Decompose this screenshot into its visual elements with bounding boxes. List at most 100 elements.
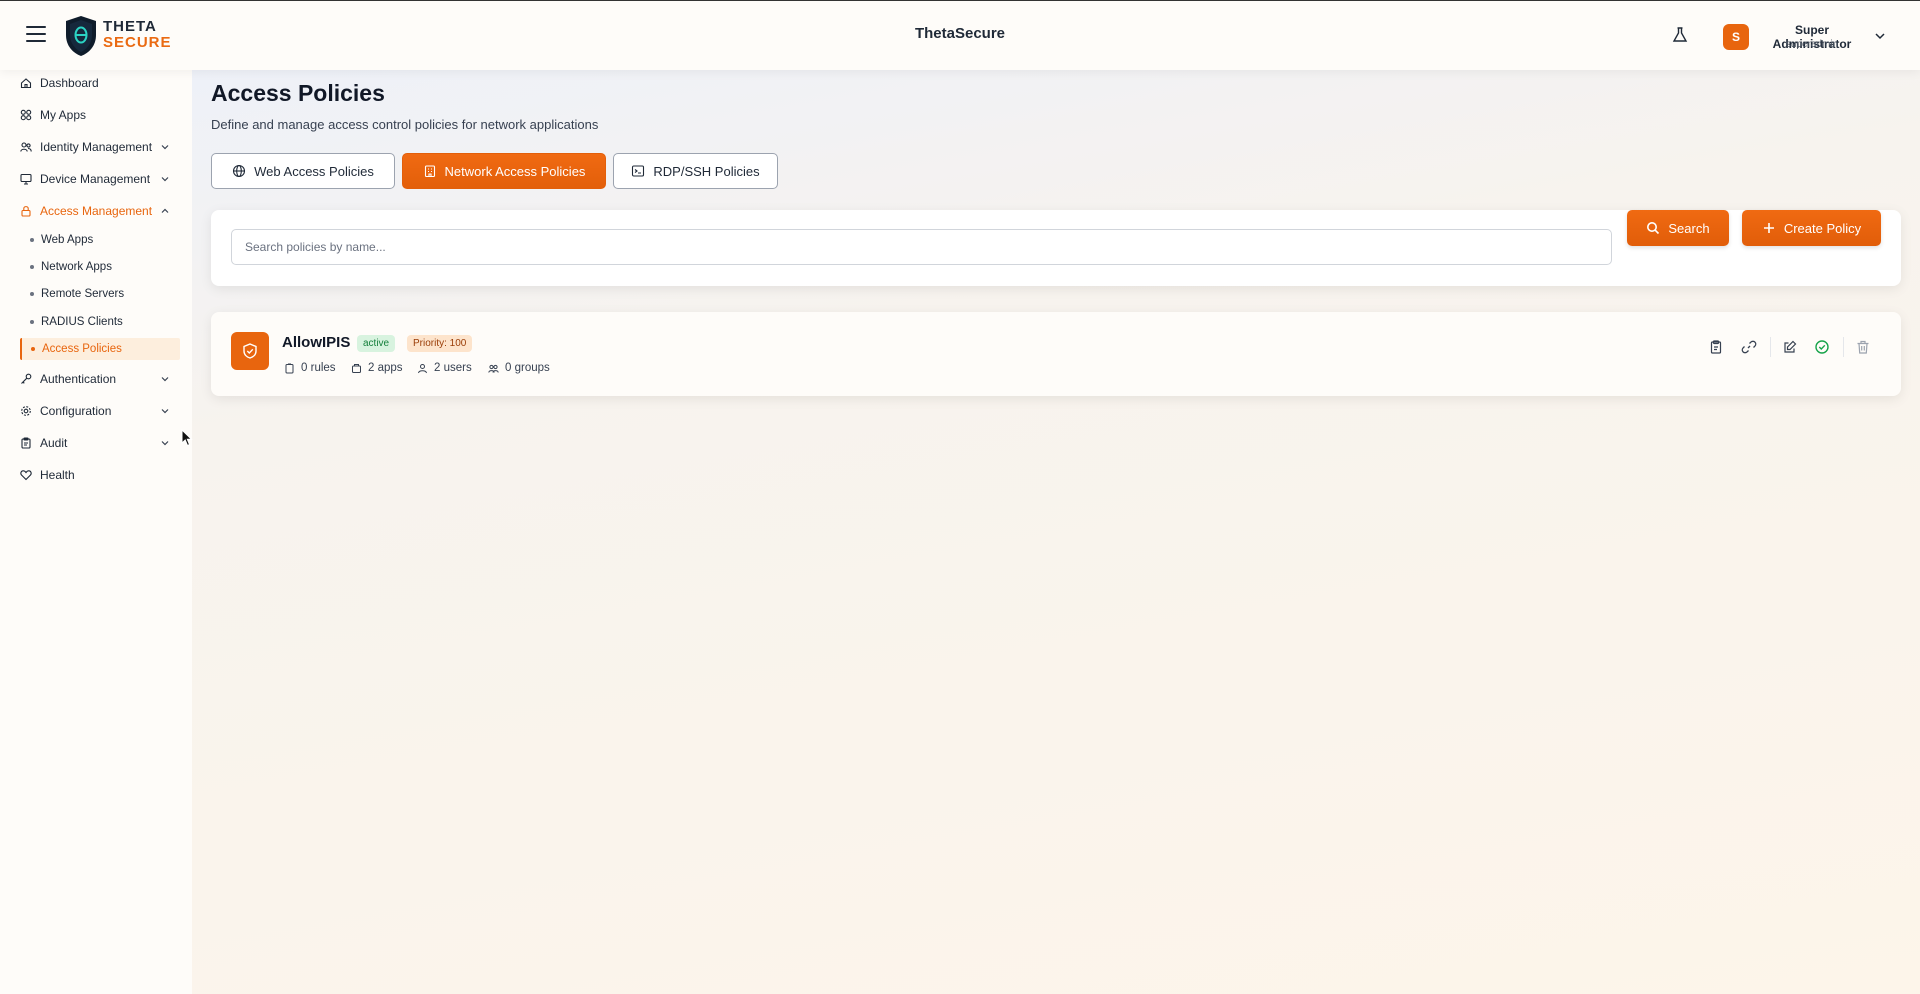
chevron-down-icon [161, 177, 169, 182]
policy-card[interactable]: AllowIPIS active Priority: 100 0 rules 2… [211, 312, 1901, 396]
user-icon [418, 363, 427, 373]
tab-label: Web Access Policies [254, 163, 374, 179]
user-avatar[interactable]: S [1723, 24, 1749, 50]
chevron-down-icon [161, 377, 169, 382]
sidebar-item-configuration[interactable]: Configuration [20, 400, 180, 422]
rules-label: rules [310, 362, 336, 374]
tab-network-access-policies[interactable]: Network Access Policies [402, 153, 606, 189]
policy-apps-count: 2 apps [351, 362, 403, 374]
search-input[interactable] [231, 229, 1612, 265]
bullet-dot [31, 347, 35, 351]
sidebar-item-label: Identity Management [40, 140, 153, 154]
search-icon [1647, 222, 1660, 235]
sidebar-item-device-management[interactable]: Device Management [20, 168, 180, 190]
action-divider [1770, 337, 1771, 357]
menu-icon[interactable] [26, 26, 46, 44]
bullet-dot [30, 238, 34, 242]
sidebar-item-label: My Apps [40, 108, 87, 122]
flask-icon[interactable] [1670, 25, 1690, 45]
sidebar-item-authentication[interactable]: Authentication [20, 368, 180, 390]
sidebar-item-identity-management[interactable]: Identity Management [20, 136, 180, 158]
user-role: superadmin [1785, 39, 1839, 50]
create-policy-button[interactable]: Create Policy [1742, 210, 1881, 246]
users-value: 2 [434, 362, 441, 374]
link-icon[interactable] [1741, 339, 1757, 355]
main-content [192, 70, 1920, 994]
edit-icon[interactable] [1782, 339, 1798, 355]
apps-value: 2 [368, 362, 375, 374]
chevron-down-icon[interactable] [1874, 30, 1886, 42]
page-subtitle: Define and manage access control policie… [211, 117, 599, 132]
bullet-dot [30, 265, 34, 269]
sidebar-item-access-management[interactable]: Access Management [20, 200, 180, 222]
check-circle-icon[interactable] [1814, 339, 1830, 355]
sidebar-subitem-access-policies[interactable]: Access Policies [20, 338, 180, 360]
users-icon [20, 142, 32, 152]
sidebar-subitem-remote-servers[interactable]: Remote Servers [20, 283, 180, 305]
app-title: ThetaSecure [914, 25, 1006, 42]
sidebar-subitem-radius-clients[interactable]: RADIUS Clients [20, 311, 180, 333]
policy-name[interactable]: AllowIPIS [282, 334, 350, 351]
policy-groups-count: 0 groups [488, 362, 550, 374]
bullet-dot [30, 292, 34, 296]
home-icon [20, 78, 32, 89]
sidebar-item-label: Health [40, 468, 75, 482]
bullet-dot [30, 320, 34, 324]
chevron-down-icon [161, 409, 169, 414]
search-button[interactable]: Search [1627, 210, 1729, 246]
action-divider [1843, 337, 1844, 357]
apps-label: apps [377, 362, 403, 374]
top-bar: THETA SECURE ThetaSecure S Super Adminis… [0, 0, 1920, 70]
building-icon [352, 363, 361, 373]
key-icon [21, 373, 32, 384]
sidebar-item-label: Authentication [40, 372, 117, 386]
policy-rules-count: 0 rules [284, 362, 336, 374]
clipboard-icon[interactable] [1708, 339, 1724, 355]
sidebar-item-health[interactable]: Health [20, 464, 180, 486]
globe-icon [233, 164, 246, 178]
sidebar-subitem-network-apps[interactable]: Network Apps [20, 256, 180, 278]
sidebar: Dashboard My Apps Identity Management De… [0, 70, 192, 994]
sidebar-item-my-apps[interactable]: My Apps [20, 104, 180, 126]
chevron-down-icon [161, 441, 169, 446]
page-title: Access Policies [211, 80, 385, 106]
tab-label: Network Access Policies [444, 163, 586, 179]
chevron-up-icon [161, 208, 169, 213]
search-card: Search Create Policy [211, 210, 1901, 286]
building-icon [424, 165, 435, 178]
sidebar-subitem-label: Network Apps [41, 261, 112, 273]
tab-web-access-policies[interactable]: Web Access Policies [211, 153, 395, 189]
clipboard-icon [285, 363, 294, 373]
sidebar-subitem-label: Web Apps [41, 234, 94, 246]
policy-users-count: 2 users [417, 362, 472, 374]
grid-icon [20, 109, 32, 121]
sidebar-subitem-label: RADIUS Clients [41, 316, 123, 328]
rules-value: 0 [301, 362, 308, 374]
groups-label: groups [514, 362, 550, 374]
mouse-pointer-icon [181, 429, 193, 447]
sidebar-item-label: Device Management [40, 172, 151, 186]
policy-shield-badge [231, 332, 269, 370]
create-policy-label: Create Policy [1783, 220, 1862, 236]
monitor-icon [20, 173, 32, 185]
shield-check-icon [243, 343, 257, 359]
trash-icon[interactable] [1855, 339, 1871, 355]
sidebar-subitem-label: Access Policies [42, 343, 122, 355]
sidebar-item-label: Audit [40, 436, 68, 450]
search-button-label: Search [1668, 220, 1710, 236]
users-label: users [443, 362, 472, 374]
sidebar-item-audit[interactable]: Audit [20, 432, 180, 454]
sidebar-subitem-web-apps[interactable]: Web Apps [20, 229, 180, 251]
priority-badge: Priority: 100 [407, 335, 473, 352]
sidebar-item-dashboard[interactable]: Dashboard [20, 72, 180, 94]
users-icon [488, 364, 499, 373]
terminal-icon [632, 165, 645, 177]
sidebar-item-label: Configuration [40, 404, 112, 418]
theta-shield-logo-icon [66, 16, 96, 56]
plus-icon [1763, 223, 1774, 233]
clipboard-icon [21, 437, 31, 449]
sidebar-subitem-label: Remote Servers [41, 288, 125, 300]
status-badge: active [357, 335, 396, 352]
tab-rdp-ssh-policies[interactable]: RDP/SSH Policies [613, 153, 778, 189]
sidebar-item-label: Access Management [40, 204, 153, 218]
